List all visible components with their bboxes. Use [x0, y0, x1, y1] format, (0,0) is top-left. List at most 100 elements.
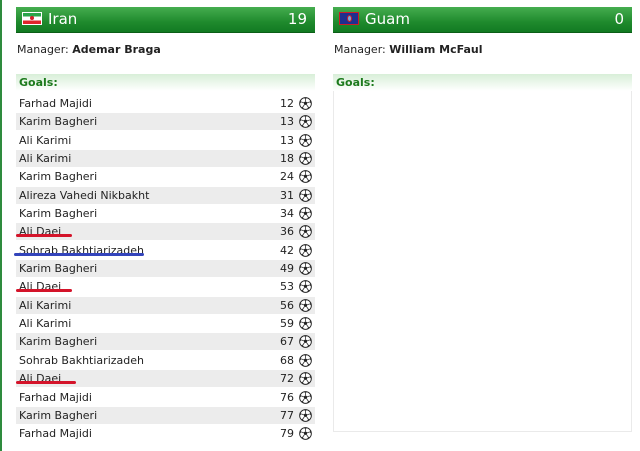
goal-minute: 67	[280, 335, 294, 349]
soccer-ball-icon	[299, 372, 312, 385]
goal-scorer[interactable]: Sohrab Bakhtiarizadeh	[19, 242, 144, 259]
soccer-ball-icon	[299, 335, 312, 349]
goal-row: Karim Bagheri 49	[16, 260, 315, 278]
highlight-underline-blue	[14, 253, 144, 256]
soccer-ball-icon	[299, 353, 312, 367]
away-team-name[interactable]: Guam	[365, 10, 410, 28]
page-left-border	[0, 0, 2, 451]
goal-scorer[interactable]: Farhad Majidi	[19, 389, 92, 406]
goal-row: Ali Karimi 13	[16, 132, 315, 149]
goal-row: Sohrab Bakhtiarizadeh 68	[16, 352, 315, 369]
home-goals-header: Goals:	[16, 74, 315, 91]
soccer-ball-icon	[299, 170, 312, 184]
home-team-panel: Iran 19 Manager: Ademar Braga Goals: Far…	[16, 7, 315, 444]
goal-row: Ali Daei 53	[16, 278, 315, 295]
goal-row: Ali Daei 72	[16, 370, 315, 388]
soccer-ball-icon	[299, 280, 312, 294]
goal-minute: 53	[280, 280, 294, 294]
away-goals-header: Goals:	[333, 74, 632, 91]
goal-row: Karim Bagheri 13	[16, 113, 315, 131]
soccer-ball-icon	[299, 262, 312, 275]
home-team-name[interactable]: Iran	[48, 10, 77, 28]
goal-minute: 36	[280, 225, 294, 239]
goal-scorer[interactable]: Farhad Majidi	[19, 425, 92, 442]
soccer-ball-icon	[299, 207, 312, 220]
goal-minute: 12	[280, 97, 294, 110]
goal-scorer[interactable]: Farhad Majidi	[19, 95, 92, 112]
goal-scorer[interactable]: Ali Karimi	[19, 150, 71, 167]
soccer-ball-icon	[299, 115, 312, 129]
goal-minute: 76	[280, 390, 294, 404]
goal-scorer[interactable]: Karim Bagheri	[19, 113, 97, 130]
soccer-ball-icon	[299, 97, 312, 110]
goal-row: Farhad Majidi 12	[16, 95, 315, 112]
goal-scorer[interactable]: Sohrab Bakhtiarizadeh	[19, 352, 144, 369]
home-manager-label: Manager:	[17, 43, 69, 56]
goal-row: Karim Bagheri 67	[16, 333, 315, 351]
highlight-underline-red	[16, 289, 72, 292]
goal-row: Karim Bagheri 34	[16, 205, 315, 222]
goal-minute: 34	[280, 207, 294, 221]
highlight-underline-red	[16, 234, 72, 237]
away-team-panel: Guam 0 Manager: William McFaul Goals:	[333, 7, 632, 432]
goal-row: Ali Karimi 18	[16, 150, 315, 168]
away-team-score: 0	[614, 10, 624, 28]
goal-minute: 79	[280, 427, 294, 441]
goal-minute: 13	[280, 133, 294, 147]
goal-scorer[interactable]: Ali Karimi	[19, 297, 71, 314]
goal-scorer[interactable]: Ali Daei	[19, 223, 61, 240]
home-team-score: 19	[287, 10, 307, 28]
goal-scorer[interactable]: Ali Karimi	[19, 315, 71, 332]
home-goal-list: Farhad Majidi 12 Karim Bagheri 13 Ali Karimi…	[16, 95, 315, 442]
home-team-header: Iran 19	[16, 7, 315, 33]
soccer-ball-icon	[299, 152, 312, 165]
goal-scorer[interactable]: Ali Daei	[19, 370, 61, 387]
iran-flag-icon	[22, 12, 42, 25]
soccer-ball-icon	[299, 317, 312, 330]
goal-minute: 77	[280, 408, 294, 422]
goal-row: Farhad Majidi 79	[16, 425, 315, 442]
away-manager-name[interactable]: William McFaul	[389, 43, 482, 56]
soccer-ball-icon	[299, 409, 312, 422]
goal-minute: 68	[280, 353, 294, 367]
goal-scorer[interactable]: Karim Bagheri	[19, 168, 97, 185]
goal-row: Alireza Vahedi Nikbakht 31	[16, 186, 315, 204]
soccer-ball-icon	[299, 243, 312, 257]
goal-scorer[interactable]: Karim Bagheri	[19, 205, 97, 222]
goal-scorer[interactable]: Karim Bagheri	[19, 407, 97, 424]
goal-scorer[interactable]: Alireza Vahedi Nikbakht	[19, 187, 149, 204]
goal-row: Farhad Majidi 76	[16, 389, 315, 406]
goal-minute: 42	[280, 243, 294, 257]
goal-minute: 49	[280, 262, 294, 276]
away-team-header: Guam 0	[333, 7, 632, 33]
goal-row: Ali Karimi 56	[16, 296, 315, 314]
soccer-ball-icon	[299, 298, 312, 312]
goal-minute: 31	[280, 188, 294, 202]
goal-scorer[interactable]: Ali Karimi	[19, 132, 71, 149]
away-manager-label: Manager:	[334, 43, 386, 56]
goal-minute: 56	[280, 298, 294, 312]
soccer-ball-icon	[299, 390, 312, 404]
highlight-underline-red	[16, 381, 76, 384]
goal-minute: 24	[280, 170, 294, 184]
goal-row: Ali Daei 36	[16, 223, 315, 241]
guam-flag-icon	[339, 12, 359, 25]
goal-row: Karim Bagheri 77	[16, 406, 315, 424]
soccer-ball-icon	[299, 188, 312, 202]
home-manager-name[interactable]: Ademar Braga	[72, 43, 161, 56]
goal-row: Sohrab Bakhtiarizadeh 42	[16, 242, 315, 259]
home-manager: Manager: Ademar Braga	[16, 43, 315, 57]
goal-minute: 72	[280, 372, 294, 386]
away-goal-list	[333, 91, 632, 432]
goal-minute: 13	[280, 115, 294, 129]
away-manager: Manager: William McFaul	[333, 43, 632, 57]
goal-minute: 59	[280, 317, 294, 331]
goal-row: Ali Karimi 59	[16, 315, 315, 332]
goal-scorer[interactable]: Ali Daei	[19, 278, 61, 295]
goal-minute: 18	[280, 152, 294, 166]
goal-row: Karim Bagheri 24	[16, 168, 315, 185]
goal-scorer[interactable]: Karim Bagheri	[19, 260, 97, 277]
soccer-ball-icon	[299, 427, 312, 441]
soccer-ball-icon	[299, 133, 312, 147]
goal-scorer[interactable]: Karim Bagheri	[19, 333, 97, 350]
